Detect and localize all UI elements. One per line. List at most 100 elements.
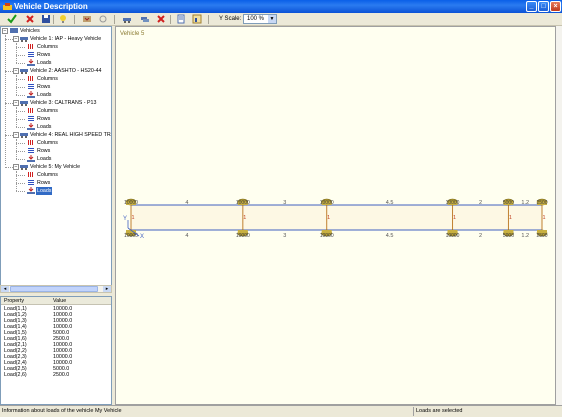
window-title: Vehicle Description (14, 2, 88, 11)
row-spacing-label: 1 (509, 215, 512, 221)
canvas-vertical-scrollbar[interactable] (556, 26, 562, 405)
property-value[interactable]: 2500.0 (53, 372, 69, 378)
collapse-toggle-icon[interactable]: − (2, 28, 8, 34)
spacing-label-bottom: 2 (479, 233, 482, 239)
vehicle-icon (20, 37, 28, 43)
cancel-x-icon[interactable] (25, 14, 35, 24)
tree-node-label: Columns (37, 108, 58, 114)
scroll-thumb[interactable] (10, 286, 98, 292)
spacing-label-top: 3 (283, 200, 286, 206)
tree-node-label: Vehicle 3: CALTRANS - P13 (30, 100, 97, 106)
refresh-icon[interactable] (98, 14, 108, 24)
copy-vehicle-icon[interactable] (140, 14, 150, 24)
property-row[interactable]: Load(2,6) 2500.0 (1, 372, 111, 378)
minimize-button[interactable]: _ (526, 1, 537, 12)
tree-root-vehicles[interactable]: Vehicles (10, 27, 41, 35)
collapse-toggle-icon[interactable]: − (13, 132, 19, 138)
toolbar: Y Scale: 100 % ▼ (0, 13, 562, 26)
tree-item-rows[interactable]: Rows (27, 179, 51, 187)
properties-icon[interactable] (176, 14, 186, 24)
tree-item-rows[interactable]: Rows (27, 147, 51, 155)
spacing-label-top: 4.5 (386, 200, 394, 206)
delete-vehicle-icon[interactable] (156, 14, 166, 24)
tree-vehicle-2[interactable]: Vehicle 2: AASHTO - HS20-44 (20, 67, 102, 75)
add-vehicle-icon[interactable] (122, 14, 132, 24)
tree-node-label: Loads (37, 60, 52, 66)
yscale-dropdown[interactable]: 100 % ▼ (243, 14, 277, 24)
scroll-left-arrow-icon[interactable]: ◂ (1, 286, 9, 292)
status-bar: Information about loads of the vehicle M… (0, 405, 562, 417)
vehicle-icon (20, 165, 28, 171)
tree-item-columns[interactable]: Columns (27, 75, 59, 83)
property-grid: Property Value Load(1,1) 10000.0 Load(1,2)… (0, 296, 112, 405)
status-info: Information about loads of the vehicle M… (2, 408, 122, 414)
loads-icon (27, 91, 35, 99)
lightbulb-icon[interactable] (58, 14, 68, 24)
tree-item-loads[interactable]: Loads (27, 91, 52, 99)
tree-item-rows[interactable]: Rows (27, 83, 51, 91)
columns-icon (28, 172, 33, 178)
tree-horizontal-scrollbar[interactable]: ◂ ▸ (0, 285, 112, 293)
loads-icon (27, 187, 35, 195)
vehicle-drawing-canvas[interactable]: Vehicle 5 1 1 1 1 1 1 4 4 3 3 4.5 4.5 2 2 1.2 1.2 10000 1… (115, 26, 556, 405)
tree-item-loads[interactable]: Loads (27, 187, 53, 195)
tree-vehicle-5[interactable]: Vehicle 5: My Vehicle (20, 163, 81, 171)
chevron-down-icon[interactable]: ▼ (268, 15, 276, 23)
close-button[interactable]: × (550, 1, 561, 12)
loads-icon (27, 59, 35, 67)
collapse-toggle-icon[interactable]: − (13, 100, 19, 106)
load-label-top: 5000 (503, 200, 514, 206)
vehicle-icon (20, 133, 28, 139)
import-icon[interactable] (82, 14, 92, 24)
x-axis-label: X (140, 234, 144, 240)
ok-check-icon[interactable] (7, 14, 17, 24)
yscale-value: 100 % (247, 16, 265, 22)
tree-item-columns[interactable]: Columns (27, 43, 59, 51)
load-label-bottom: 10000 (446, 233, 460, 239)
rows-icon (28, 148, 34, 154)
tree-item-columns[interactable]: Columns (27, 107, 59, 115)
y-axis-label: Y (123, 216, 127, 222)
load-label-top: 10000 (320, 200, 334, 206)
property-column-header: Property (4, 298, 25, 304)
spacing-label-top: 4 (185, 200, 188, 206)
tree-item-columns[interactable]: Columns (27, 139, 59, 147)
tree-node-label: Vehicle 1: IAP - Heavy Vehicle (30, 36, 102, 42)
row-spacing-label: 1 (453, 215, 456, 221)
tree-node-label: Vehicle 5: My Vehicle (30, 164, 81, 170)
value-column-header: Value (53, 298, 67, 304)
tree-node-label: Rows (37, 116, 51, 122)
tree-node-label: Rows (37, 84, 51, 90)
tree-item-loads[interactable]: Loads (27, 123, 52, 131)
tree-node-label: Vehicles (20, 28, 40, 34)
rows-icon (28, 180, 34, 186)
maximize-button[interactable]: □ (538, 1, 549, 12)
collapse-toggle-icon[interactable]: − (13, 36, 19, 42)
tree-vehicle-4[interactable]: Vehicle 4: REAL HIGH SPEED TRAI (20, 131, 111, 139)
tree-item-rows[interactable]: Rows (27, 115, 51, 123)
load-label-bottom: 5000 (503, 233, 514, 239)
chart-icon[interactable] (192, 14, 202, 24)
yscale-label: Y Scale: (219, 16, 242, 22)
tree-node-label: Loads (37, 156, 52, 162)
scroll-right-arrow-icon[interactable]: ▸ (103, 286, 111, 292)
tree-node-label: Columns (37, 76, 58, 82)
tree-node-label: Columns (37, 140, 58, 146)
collapse-toggle-icon[interactable]: − (13, 164, 19, 170)
vehicle-icon (20, 101, 28, 107)
tree-vehicle-3[interactable]: Vehicle 3: CALTRANS - P13 (20, 99, 97, 107)
load-label-bottom: 10000 (320, 233, 334, 239)
tree-vehicle-1[interactable]: Vehicle 1: IAP - Heavy Vehicle (20, 35, 102, 43)
tree-item-rows[interactable]: Rows (27, 51, 51, 59)
save-icon[interactable] (41, 14, 51, 24)
vehicle-tree[interactable]: − Vehicles − Vehicle 1: IAP - Heavy Vehicle… (0, 26, 112, 288)
tree-item-loads[interactable]: Loads (27, 59, 52, 67)
tree-item-columns[interactable]: Columns (27, 171, 59, 179)
rows-icon (28, 116, 34, 122)
tree-item-loads[interactable]: Loads (27, 155, 52, 163)
rows-icon (28, 52, 34, 58)
app-icon (3, 2, 12, 11)
tree-node-label: Rows (37, 148, 51, 154)
collapse-toggle-icon[interactable]: − (13, 68, 19, 74)
spacing-label-bottom: 1.2 (521, 233, 529, 239)
